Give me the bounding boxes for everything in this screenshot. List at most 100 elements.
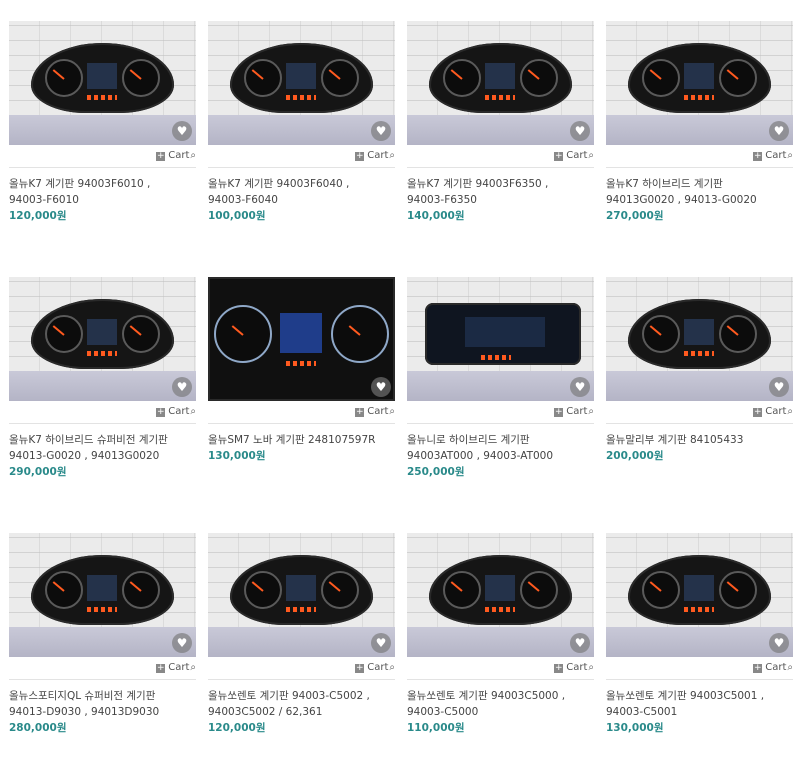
cart-button[interactable]: Cart [765,662,786,673]
tachometer-dial [443,59,481,97]
heart-icon[interactable]: ♥ [371,121,391,141]
magnifier-icon[interactable]: ⌕ [588,401,594,423]
product-title[interactable]: 올뉴니로 하이브리드 계기판 94003AT000 , 94003-AT000 [407,432,594,464]
heart-icon[interactable]: ♥ [769,377,789,397]
magnifier-icon[interactable]: ⌕ [389,657,395,679]
speedometer-dial [520,59,558,97]
product-price: 280,000원 [9,722,67,734]
product-image[interactable]: ♥ [606,21,793,145]
heart-icon[interactable]: ♥ [769,121,789,141]
plus-icon[interactable]: + [554,151,564,161]
product-title[interactable]: 올뉴K7 계기판 94003F6040 , 94003-F6040 [208,176,395,208]
warning-lights [286,607,316,612]
warning-lights [684,351,714,356]
product-image[interactable]: ♥ [9,277,196,401]
product-image[interactable]: ♥ [606,277,793,401]
product-image[interactable]: ♥ [208,533,395,657]
plus-icon[interactable]: + [554,663,564,673]
cart-button[interactable]: Cart [566,150,587,161]
cart-button[interactable]: Cart [367,662,388,673]
magnifier-icon[interactable]: ⌕ [787,657,793,679]
background-floor [606,627,793,657]
product-title[interactable]: 올뉴K7 계기판 94003F6010 , 94003-F6010 [9,176,196,208]
cart-button[interactable]: Cart [765,150,786,161]
product-card[interactable]: ♥ + Cart⌕ 올뉴쏘렌토 계기판 94003C5001 , 94003-C500… [606,533,793,736]
warning-lights [481,355,511,360]
product-card[interactable]: ♥ + Cart⌕ 올뉴스포티지QL 슈퍼비전 계기판 94013-D9030 , 9… [9,533,196,736]
plus-icon[interactable]: + [753,407,763,417]
product-card[interactable]: ♥ + Cart⌕ 올뉴SM7 노바 계기판 248107597R 130,000원 [208,277,395,464]
product-image[interactable]: ♥ [407,21,594,145]
product-image[interactable]: ♥ [208,21,395,145]
plus-icon[interactable]: + [355,407,365,417]
tachometer-dial [642,315,680,353]
cart-button[interactable]: Cart [367,406,388,417]
heart-icon[interactable]: ♥ [570,377,590,397]
product-card[interactable]: ♥ + Cart⌕ 올뉴쏘렌토 계기판 94003C5000 , 94003-C500… [407,533,594,736]
plus-icon[interactable]: + [355,151,365,161]
magnifier-icon[interactable]: ⌕ [787,401,793,423]
speedometer-dial [719,315,757,353]
product-title[interactable]: 올뉴K7 계기판 94003F6350 , 94003-F6350 [407,176,594,208]
cart-button[interactable]: Cart [367,150,388,161]
plus-icon[interactable]: + [156,151,166,161]
product-card[interactable]: ♥ + Cart⌕ 올뉴쏘렌토 계기판 94003-C5002 , 94003C500… [208,533,395,736]
product-grid: ♥ + Cart⌕ 올뉴K7 계기판 94003F6010 , 94003-F6010… [0,0,800,759]
plus-icon[interactable]: + [355,663,365,673]
warning-lights [684,607,714,612]
magnifier-icon[interactable]: ⌕ [190,657,196,679]
product-card[interactable]: ♥ + Cart⌕ 올뉴K7 계기판 94003F6350 , 94003-F6350… [407,21,594,224]
cart-button[interactable]: Cart [168,150,189,161]
heart-icon[interactable]: ♥ [570,121,590,141]
plus-icon[interactable]: + [554,407,564,417]
magnifier-icon[interactable]: ⌕ [190,145,196,167]
magnifier-icon[interactable]: ⌕ [588,657,594,679]
heart-icon[interactable]: ♥ [172,377,192,397]
cart-button[interactable]: Cart [566,406,587,417]
product-card[interactable]: ♥ + Cart⌕ 올뉴K7 계기판 94003F6040 , 94003-F6040… [208,21,395,224]
product-title[interactable]: 올뉴쏘렌토 계기판 94003C5001 , 94003-C5001 [606,688,793,720]
cart-button[interactable]: Cart [168,662,189,673]
product-title[interactable]: 올뉴말리부 계기판 84105433 [606,432,793,448]
heart-icon[interactable]: ♥ [172,121,192,141]
product-title[interactable]: 올뉴SM7 노바 계기판 248107597R [208,432,395,448]
product-card[interactable]: ♥ + Cart⌕ 올뉴K7 하이브리드 계기판 94013G0020 , 94013… [606,21,793,224]
magnifier-icon[interactable]: ⌕ [190,401,196,423]
product-card[interactable]: ♥ + Cart⌕ 올뉴K7 하이브리드 슈퍼비전 계기판 94013-G0020 ,… [9,277,196,480]
cart-button[interactable]: Cart [168,406,189,417]
product-image[interactable]: ♥ [407,277,594,401]
cart-button[interactable]: Cart [765,406,786,417]
warning-lights [286,95,316,100]
plus-icon[interactable]: + [156,407,166,417]
heart-icon[interactable]: ♥ [769,633,789,653]
plus-icon[interactable]: + [753,663,763,673]
product-card[interactable]: ♥ + Cart⌕ 올뉴K7 계기판 94003F6010 , 94003-F6010… [9,21,196,224]
plus-icon[interactable]: + [753,151,763,161]
product-image[interactable]: ♥ [9,21,196,145]
product-title[interactable]: 올뉴스포티지QL 슈퍼비전 계기판 94013-D9030 , 94013D90… [9,688,196,720]
product-image[interactable]: ♥ [606,533,793,657]
background-floor [606,371,793,401]
product-card[interactable]: ♥ + Cart⌕ 올뉴니로 하이브리드 계기판 94003AT000 , 94003… [407,277,594,480]
plus-icon[interactable]: + [156,663,166,673]
magnifier-icon[interactable]: ⌕ [787,145,793,167]
add-to-cart-row: + Cart⌕ [407,401,594,424]
product-title[interactable]: 올뉴K7 하이브리드 슈퍼비전 계기판 94013-G0020 , 94013G… [9,432,196,464]
product-image[interactable]: ♥ [9,533,196,657]
magnifier-icon[interactable]: ⌕ [588,145,594,167]
warning-lights [485,607,515,612]
product-card[interactable]: ♥ + Cart⌕ 올뉴말리부 계기판 84105433 200,000원 [606,277,793,464]
product-title[interactable]: 올뉴쏘렌토 계기판 94003-C5002 , 94003C5002 / 62,… [208,688,395,720]
magnifier-icon[interactable]: ⌕ [389,145,395,167]
product-image[interactable]: ♥ [208,277,395,401]
product-title[interactable]: 올뉴K7 하이브리드 계기판 94013G0020 , 94013-G0020 [606,176,793,208]
heart-icon[interactable]: ♥ [570,633,590,653]
heart-icon[interactable]: ♥ [371,377,391,397]
product-title[interactable]: 올뉴쏘렌토 계기판 94003C5000 , 94003-C5000 [407,688,594,720]
heart-icon[interactable]: ♥ [371,633,391,653]
heart-icon[interactable]: ♥ [172,633,192,653]
cart-button[interactable]: Cart [566,662,587,673]
add-to-cart-row: + Cart⌕ [407,657,594,680]
magnifier-icon[interactable]: ⌕ [389,401,395,423]
product-image[interactable]: ♥ [407,533,594,657]
